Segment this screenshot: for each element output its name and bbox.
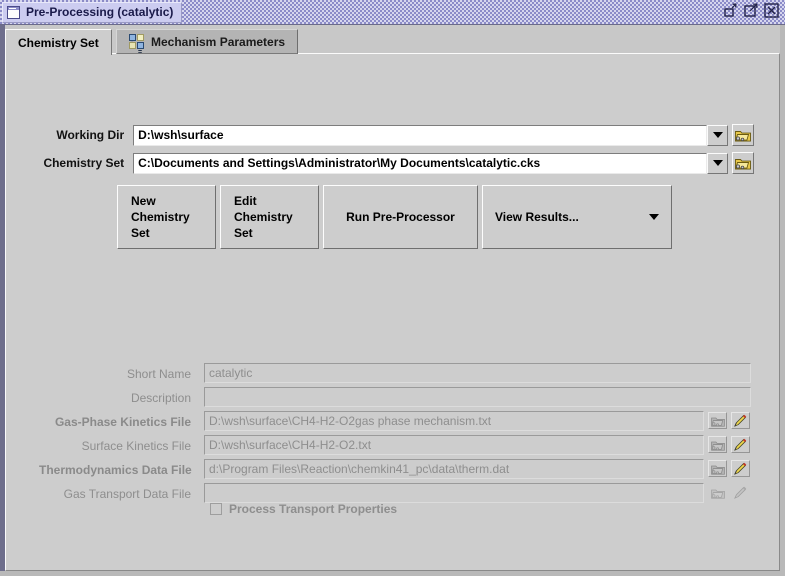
folder-browse-icon: [735, 128, 751, 142]
process-transport-properties-row[interactable]: Process Transport Properties: [210, 502, 397, 516]
edit-chemistry-set-line1: Edit: [234, 193, 318, 209]
new-chemistry-set-button[interactable]: New Chemistry Set: [117, 185, 216, 249]
folder-browse-icon: [711, 415, 725, 427]
surface-kinetics-file-label: Surface Kinetics File: [39, 439, 191, 453]
chemistry-set-row: Chemistry Set C:\Documents and Settings\…: [39, 152, 754, 174]
tab-chemistry-set-label: Chemistry Set: [18, 36, 99, 50]
pencil-edit-icon: [734, 462, 747, 475]
chemistry-set-dropdown-button[interactable]: [707, 153, 728, 174]
tab-strip: Chemistry Set + = Mechanism Parameters: [5, 29, 780, 54]
thermodynamics-data-browse-button[interactable]: [708, 460, 727, 477]
working-dir-label: Working Dir: [39, 128, 124, 142]
window-right-edge: [780, 25, 785, 576]
gas-transport-data-file-label: Gas Transport Data File: [39, 487, 191, 501]
short-name-label: Short Name: [39, 367, 191, 381]
new-chemistry-set-line1: New: [131, 193, 215, 209]
new-chemistry-set-line3: Set: [131, 225, 215, 241]
view-results-button[interactable]: View Results...: [482, 185, 672, 249]
working-dir-input[interactable]: D:\wsh\surface: [133, 125, 707, 146]
preprocessing-window: Pre-Processing (catalytic): [0, 0, 785, 576]
folder-browse-icon: [711, 487, 725, 499]
chemistry-set-label: Chemistry Set: [39, 156, 124, 170]
gas-transport-data-file-input[interactable]: [204, 483, 704, 503]
title-bar-caption: Pre-Processing (catalytic): [2, 2, 182, 23]
gas-transport-browse-button: [708, 484, 727, 501]
pencil-edit-icon: [734, 486, 747, 499]
pencil-edit-icon: [734, 414, 747, 427]
gas-phase-kinetics-edit-button[interactable]: [731, 412, 750, 429]
surface-kinetics-edit-button[interactable]: [731, 436, 750, 453]
tab-mechanism-parameters[interactable]: + = Mechanism Parameters: [116, 29, 298, 54]
title-bar: Pre-Processing (catalytic): [0, 0, 785, 25]
thermodynamics-data-edit-button[interactable]: [731, 460, 750, 477]
working-dir-browse-button[interactable]: [732, 124, 754, 146]
run-preprocessor-label: Run Pre-Processor: [346, 210, 455, 224]
description-input[interactable]: [204, 387, 751, 407]
chemistry-set-input[interactable]: C:\Documents and Settings\Administrator\…: [133, 153, 707, 174]
chevron-down-icon: [713, 132, 723, 138]
pencil-edit-icon: [734, 438, 747, 451]
chemistry-set-panel: Working Dir D:\wsh\surface Chemistry Set…: [5, 53, 780, 571]
folder-browse-icon: [711, 463, 725, 475]
run-preprocessor-button[interactable]: Run Pre-Processor: [323, 185, 478, 249]
new-chemistry-set-line2: Chemistry: [131, 209, 215, 225]
process-transport-properties-checkbox[interactable]: [210, 503, 222, 515]
window-icon: [7, 6, 20, 19]
description-label: Description: [39, 391, 191, 405]
gas-phase-kinetics-file-input[interactable]: D:\wsh\surface\CH4-H2-O2gas phase mechan…: [204, 411, 704, 431]
chevron-down-icon: [713, 160, 723, 166]
chemistry-set-browse-button[interactable]: [732, 152, 754, 174]
thermodynamics-data-file-input[interactable]: d:\Program Files\Reaction\chemkin41_pc\d…: [204, 459, 704, 479]
edit-chemistry-set-button[interactable]: Edit Chemistry Set: [220, 185, 319, 249]
surface-kinetics-file-input[interactable]: D:\wsh\surface\CH4-H2-O2.txt: [204, 435, 704, 455]
edit-chemistry-set-line3: Set: [234, 225, 318, 241]
tab-chemistry-set[interactable]: Chemistry Set: [5, 29, 112, 55]
window-controls: [724, 3, 779, 18]
window-bottom-edge: [0, 571, 785, 576]
close-button[interactable]: [764, 3, 779, 18]
gas-transport-edit-button: [731, 484, 750, 501]
folder-browse-icon: [735, 156, 751, 170]
tab-mechanism-parameters-label: Mechanism Parameters: [151, 35, 285, 49]
folder-browse-icon: [711, 439, 725, 451]
edit-chemistry-set-line2: Chemistry: [234, 209, 318, 225]
process-transport-properties-label: Process Transport Properties: [229, 502, 397, 516]
gas-phase-kinetics-file-label: Gas-Phase Kinetics File: [39, 415, 191, 429]
thermodynamics-data-file-label: Thermodynamics Data File: [39, 463, 191, 477]
surface-kinetics-browse-button[interactable]: [708, 436, 727, 453]
working-dir-row: Working Dir D:\wsh\surface: [39, 124, 754, 146]
view-results-label: View Results...: [495, 210, 579, 224]
working-dir-dropdown-button[interactable]: [707, 125, 728, 146]
window-title: Pre-Processing (catalytic): [26, 5, 173, 19]
short-name-input[interactable]: catalytic: [204, 363, 751, 383]
maximize-button[interactable]: [744, 3, 759, 18]
grid-blocks-icon: + =: [129, 34, 144, 49]
chevron-down-icon: [649, 214, 659, 220]
gas-phase-kinetics-browse-button[interactable]: [708, 412, 727, 429]
restore-button[interactable]: [724, 3, 739, 18]
